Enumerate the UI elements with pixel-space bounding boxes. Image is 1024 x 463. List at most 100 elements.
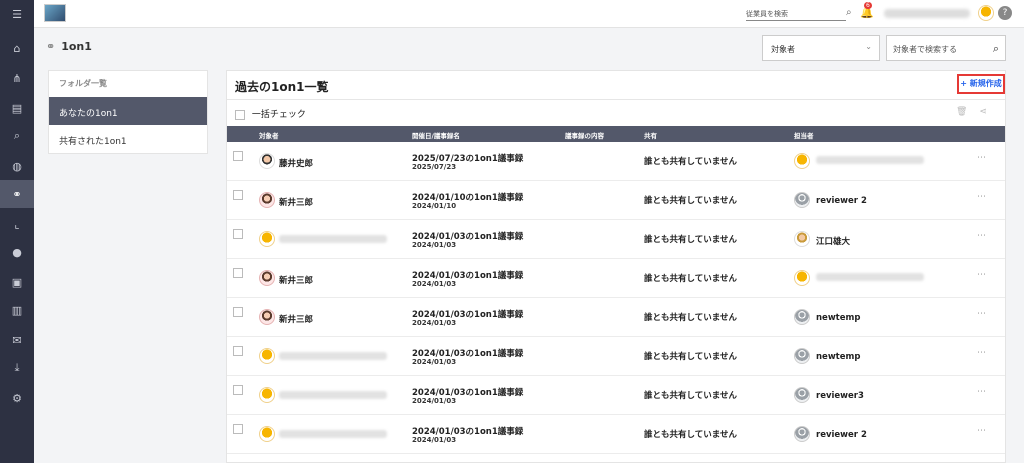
more-options-icon[interactable]: ⋯: [977, 231, 986, 241]
bulk-check-row: 一括チェック 🗑⋖: [227, 99, 1005, 125]
owner-avatar: [794, 426, 810, 442]
check-all-label: 一括チェック: [251, 110, 306, 120]
trash-icon[interactable]: 🗑: [956, 107, 979, 117]
link-icon[interactable]: ⚭: [0, 180, 34, 208]
col-target[interactable]: 対象者: [259, 130, 279, 140]
share-status: 誰とも共有していません: [644, 430, 737, 440]
book-icon[interactable]: ▥: [0, 296, 34, 324]
new-create-button[interactable]: + 新規作成: [957, 74, 1005, 94]
owner-avatar: [794, 387, 810, 403]
col-owner[interactable]: 担当者: [794, 130, 814, 140]
col-date-title[interactable]: 開催日/議事録名: [412, 130, 460, 140]
target-avatar: [259, 192, 275, 208]
minutes-date: 2024/01/03: [412, 280, 457, 288]
owner-avatar: [794, 270, 810, 286]
contact-card-icon[interactable]: ▣: [0, 268, 34, 296]
owner-name: reviewer 2: [816, 196, 867, 206]
table-row[interactable]: 新井三郎 2024/01/03の1on1議事録 2024/01/03 誰とも共有…: [227, 259, 1005, 298]
list-title: 過去の1on1一覧: [235, 80, 329, 94]
target-name-redacted[interactable]: [279, 391, 387, 399]
user-avatar[interactable]: [978, 5, 994, 21]
user-settings-icon[interactable]: ⚙: [0, 384, 34, 412]
mail-icon[interactable]: ✉: [0, 326, 34, 354]
row-checkbox[interactable]: [233, 424, 243, 434]
user-name-redacted[interactable]: [884, 9, 970, 18]
minutes-date: 2025/07/23: [412, 163, 457, 171]
search-icon[interactable]: ⌕: [0, 122, 34, 150]
target-avatar: [259, 309, 275, 325]
more-options-icon[interactable]: ⋯: [977, 426, 986, 436]
row-checkbox[interactable]: [233, 346, 243, 356]
share-status: 誰とも共有していません: [644, 196, 737, 206]
owner-name: reviewer 2: [816, 430, 867, 440]
target-name-redacted[interactable]: [279, 235, 387, 243]
chart-icon[interactable]: ⌞: [0, 210, 34, 238]
target-name-redacted[interactable]: [279, 430, 387, 438]
owner-avatar: [794, 153, 810, 169]
folder-item-shared[interactable]: 共有された1on1: [49, 125, 207, 153]
more-options-icon[interactable]: ⋯: [977, 387, 986, 397]
home-icon[interactable]: ⌂: [0, 34, 34, 62]
more-options-icon[interactable]: ⋯: [977, 348, 986, 358]
target-name-redacted[interactable]: [279, 352, 387, 360]
folder-panel-title: フォルダ一覧: [59, 79, 107, 88]
table-row[interactable]: 新井三郎 2024/01/03の1on1議事録 2024/01/03 誰とも共有…: [227, 298, 1005, 337]
target-avatar: [259, 387, 275, 403]
share-icon[interactable]: ⋖: [979, 107, 999, 117]
target-name[interactable]: 新井三郎: [279, 313, 313, 325]
owner-avatar: [794, 309, 810, 325]
row-checkbox[interactable]: [233, 151, 243, 161]
table-row[interactable]: 2024/01/03の1on1議事録 2024/01/03 誰とも共有していませ…: [227, 376, 1005, 415]
owner-name: reviewer3: [816, 391, 864, 401]
owner-name-redacted: [816, 273, 924, 281]
table-header: 対象者 開催日/議事録名 議事録の内容 共有 担当者: [227, 126, 1005, 142]
table-row[interactable]: 2024/01/03の1on1議事録 2024/01/03 誰とも共有していませ…: [227, 337, 1005, 376]
chevron-down-icon: ⌄: [865, 42, 872, 51]
col-share[interactable]: 共有: [644, 130, 657, 140]
search-icon[interactable]: ⌕: [846, 7, 852, 18]
more-options-icon[interactable]: ⋯: [977, 309, 986, 319]
minutes-date: 2024/01/03: [412, 358, 457, 366]
globe-icon[interactable]: ●: [0, 238, 34, 266]
more-options-icon[interactable]: ⋯: [977, 192, 986, 202]
row-checkbox[interactable]: [233, 190, 243, 200]
table-row[interactable]: 2024/01/03の1on1議事録 2024/01/03 誰とも共有していませ…: [227, 415, 1005, 454]
check-all-checkbox[interactable]: [235, 109, 245, 120]
row-checkbox[interactable]: [233, 268, 243, 278]
share-status: 誰とも共有していません: [644, 391, 737, 401]
row-checkbox[interactable]: [233, 307, 243, 317]
chat-icon[interactable]: ◍: [0, 152, 34, 180]
target-select[interactable]: 対象者 ⌄: [762, 35, 880, 61]
employee-search-input[interactable]: 従業員を検索: [746, 7, 846, 21]
share-status: 誰とも共有していません: [644, 157, 737, 167]
target-name[interactable]: 新井三郎: [279, 196, 313, 208]
col-content[interactable]: 議事録の内容: [565, 130, 604, 140]
target-avatar: [259, 426, 275, 442]
one-on-one-list-panel: 過去の1on1一覧 + 新規作成 一括チェック 🗑⋖ 対象者 開催日/議事録名 …: [226, 70, 1006, 463]
notification-badge: 6: [864, 2, 872, 9]
owner-name: 江口雄大: [816, 237, 851, 247]
row-checkbox[interactable]: [233, 385, 243, 395]
table-row[interactable]: 新井三郎 2024/01/10の1on1議事録 2024/01/10 誰とも共有…: [227, 181, 1005, 220]
menu-icon[interactable]: ☰: [0, 0, 34, 28]
company-logo[interactable]: [44, 4, 66, 22]
document-icon[interactable]: ▤: [0, 94, 34, 122]
target-search-input[interactable]: 対象者で検索する ⌕: [886, 35, 1006, 61]
row-checkbox[interactable]: [233, 229, 243, 239]
table-row[interactable]: 藤井史郎 2025/07/23の1on1議事録 2025/07/23 誰とも共有…: [227, 142, 1005, 181]
target-select-value: 対象者: [771, 45, 795, 54]
target-name[interactable]: 藤井史郎: [279, 157, 313, 169]
top-bar: 従業員を検索 ⌕ 🔔 6 ?: [34, 0, 1024, 28]
download-icon[interactable]: ⤓: [0, 354, 34, 382]
help-icon[interactable]: ?: [998, 6, 1012, 20]
table-body: 藤井史郎 2025/07/23の1on1議事録 2025/07/23 誰とも共有…: [227, 142, 1005, 454]
owner-avatar: [794, 348, 810, 364]
folder-item-mine[interactable]: あなたの1on1: [49, 97, 207, 125]
table-row[interactable]: 2024/01/03の1on1議事録 2024/01/03 誰とも共有していませ…: [227, 220, 1005, 259]
more-options-icon[interactable]: ⋯: [977, 153, 986, 163]
more-options-icon[interactable]: ⋯: [977, 270, 986, 280]
target-name[interactable]: 新井三郎: [279, 274, 313, 286]
link-icon: ⚭: [46, 40, 56, 53]
search-icon[interactable]: ⌕: [993, 42, 999, 56]
org-chart-icon[interactable]: ⋔: [0, 64, 34, 92]
